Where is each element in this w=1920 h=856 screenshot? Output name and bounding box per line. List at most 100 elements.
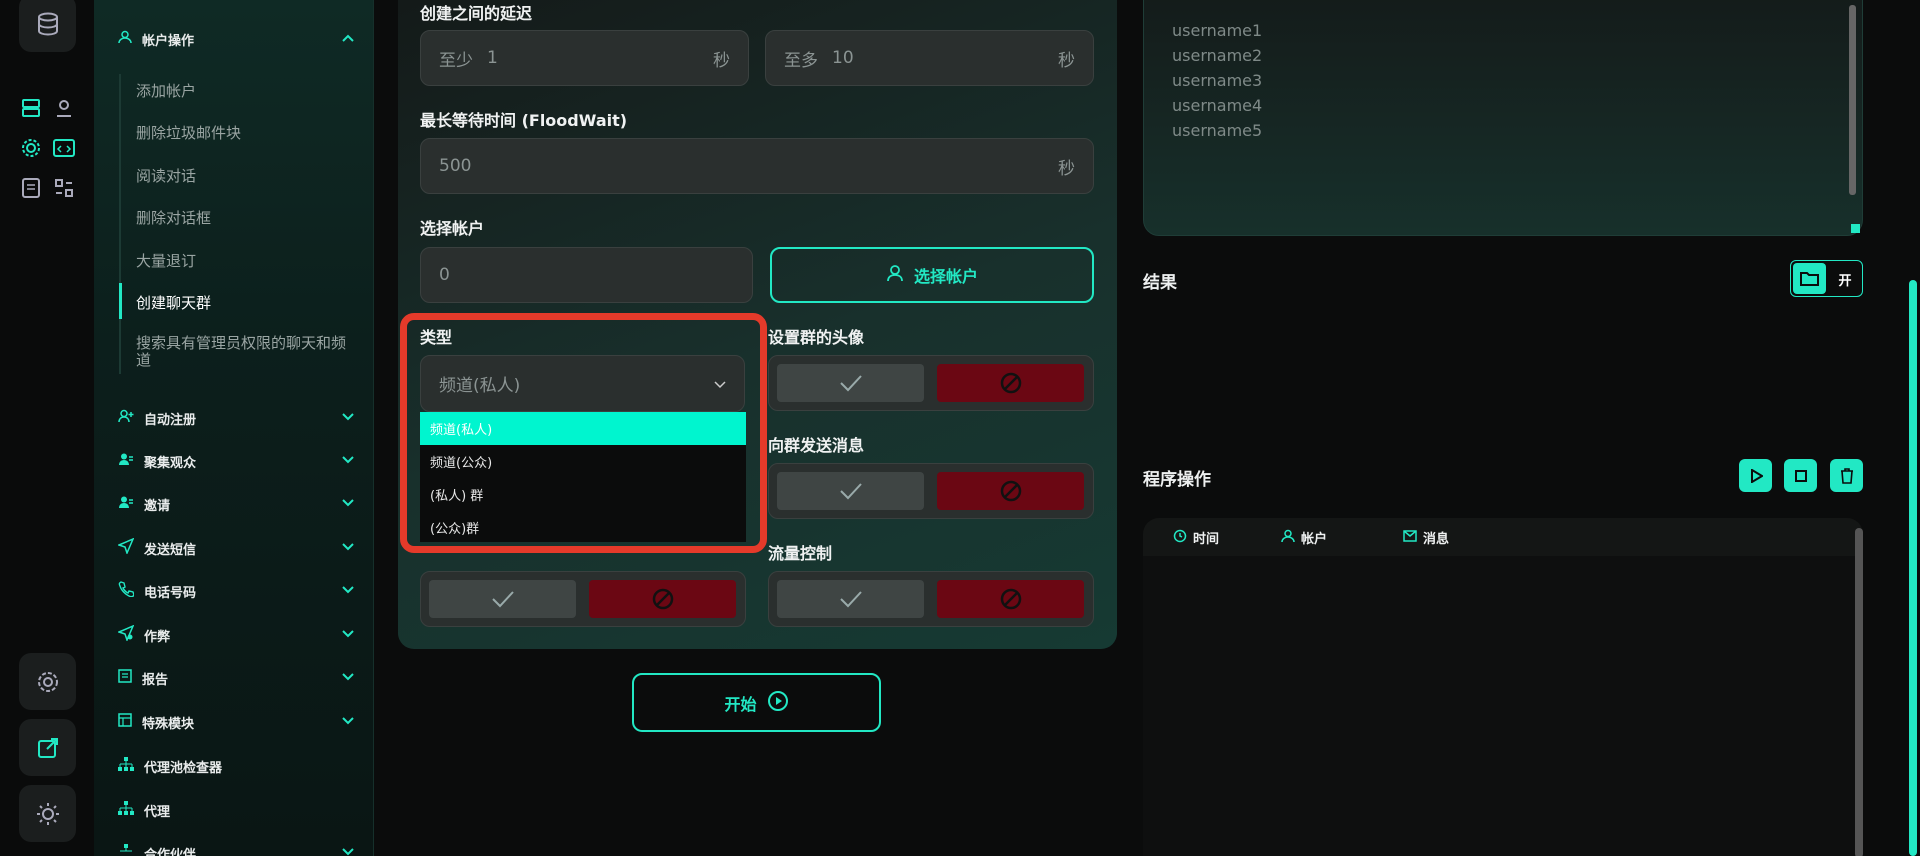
avatar-disable-button[interactable] [937,364,1084,402]
usernames-textarea[interactable]: username1 username2 username3 username4 … [1143,0,1863,236]
sidebar-section-invite[interactable]: 邀请 [118,489,355,519]
send-msg-disable-button[interactable] [937,472,1084,510]
sidebar-section-gather-audience[interactable]: 聚集观众 [118,446,355,476]
checklist-icon[interactable] [19,176,43,200]
sidebar-section-label: 电话号码 [144,585,197,601]
hidden-left-toggle [420,571,746,627]
max-prefix: 至多 [784,50,818,71]
sidebar-section-label: 代理 [144,804,171,820]
page-scrollbar[interactable] [1909,280,1917,856]
avatar-label: 设置群的头像 [768,328,865,347]
sidebar-section-cheat[interactable]: 作弊 [116,620,355,650]
trash-button[interactable] [1830,459,1863,492]
stop-button[interactable] [1784,459,1817,492]
log-col-label: 消息 [1423,532,1450,547]
resize-handle-icon[interactable] [1851,224,1860,233]
unit-label: 秒 [713,50,730,71]
chevron-down-icon [341,715,355,730]
username-line: username3 [1172,71,1263,90]
start-button-label: 开始 [724,694,757,714]
highlight-box [400,313,767,553]
sidebar-section-proxy[interactable]: 代理 [118,795,355,825]
gear-icon[interactable] [19,136,43,160]
sidebar-item-remove-spamblock[interactable]: 删除垃圾邮件块 [136,122,355,143]
chevron-down-icon [341,584,355,599]
sidebar-item-search-admin-chats[interactable]: 搜索具有管理员权限的聊天和频道 [136,335,356,369]
sidebar-section-report[interactable]: 报告 [118,663,355,693]
left-enable-button[interactable] [429,580,576,618]
sidebar-section-special-modules[interactable]: 特殊模块 [118,707,355,737]
account-count: 0 [439,265,450,285]
result-toggle-on[interactable]: 开 [1829,270,1861,289]
sidebar-item-read-dialogs[interactable]: 阅读对话 [136,165,355,186]
play-button[interactable] [1739,459,1772,492]
network-icon [118,757,134,775]
avatar-enable-button[interactable] [777,364,924,402]
users-icon [118,495,134,513]
delay-min-input[interactable]: 至少 1 秒 [420,30,749,86]
log-col-label: 帐户 [1301,532,1328,547]
log-col-label: 时间 [1193,532,1220,547]
sun-icon[interactable] [19,785,76,842]
submenu-active-indicator [119,283,122,319]
chevron-down-icon [341,411,355,426]
account-count-field: 0 [420,247,753,303]
log-table-header: 时间 帐户 消息 [1143,518,1863,556]
grid-transfer-icon[interactable] [52,176,76,200]
report-icon [118,669,132,687]
icon-rail [0,0,94,856]
left-disable-button[interactable] [589,580,736,618]
sidebar-item-delete-dialogs[interactable]: 删除对话框 [136,207,355,228]
module-icon [118,713,132,731]
log-col-account[interactable]: 帐户 [1281,528,1327,547]
sidebar-section-label: 作弊 [144,629,171,645]
sidebar-item-create-chat[interactable]: 创建聊天群 [136,292,355,313]
unit-label: 秒 [1058,50,1075,71]
phone-icon [118,581,135,601]
min-prefix: 至少 [439,50,473,71]
database-icon[interactable] [19,0,76,52]
send-msg-label: 向群发送消息 [768,436,865,455]
flow-disable-button[interactable] [937,580,1084,618]
select-account-label: 选择帐户 [420,219,485,238]
user-location-icon[interactable] [52,96,76,120]
sidebar-section-label: 邀请 [144,498,171,514]
sidebar-section-proxy-checker[interactable]: 代理池检查器 [118,751,355,781]
log-col-time[interactable]: 时间 [1173,528,1219,547]
sidebar-section-label: 帐户操作 [142,33,195,49]
chevron-down-icon [341,497,355,512]
sidebar-item-add-account[interactable]: 添加帐户 [136,80,355,101]
code-window-icon[interactable] [52,136,76,160]
sidebar-section-label: 报告 [142,672,169,688]
folder-open-icon[interactable] [1793,263,1826,294]
textarea-scrollbar[interactable] [1849,5,1856,195]
sidebar-section-partners[interactable]: 合作伙伴 [118,838,355,856]
select-account-button[interactable]: 选择帐户 [770,247,1094,303]
sidebar-section-auto-register[interactable]: 自动注册 [118,403,355,433]
flow-enable-button[interactable] [777,580,924,618]
sidebar-section-account-ops[interactable]: 帐户操作 [118,24,355,54]
delay-max-input[interactable]: 至多 10 秒 [765,30,1094,86]
log-col-message[interactable]: 消息 [1403,528,1449,547]
settings-icon[interactable] [19,653,76,710]
send-msg-toggle [768,463,1094,519]
sidebar-section-phone-numbers[interactable]: 电话号码 [118,576,355,606]
chevron-down-icon [341,846,355,856]
ops-label: 程序操作 [1143,470,1211,490]
min-value: 1 [487,48,498,68]
send-msg-enable-button[interactable] [777,472,924,510]
result-toggle: 开 [1790,260,1863,297]
start-button[interactable]: 开始 [632,673,881,732]
sidebar-section-send-sms[interactable]: 发送短信 [116,533,355,563]
floodwait-input[interactable]: 500 秒 [420,138,1094,194]
network-icon [118,801,134,819]
server-list-icon[interactable] [19,96,43,120]
username-line: username1 [1172,21,1263,40]
user-plus-icon [118,409,134,427]
external-link-icon[interactable] [19,719,76,776]
sidebar-section-label: 聚集观众 [144,455,197,471]
result-label: 结果 [1143,273,1177,293]
sidebar-item-mass-unsubscribe[interactable]: 大量退订 [136,250,355,271]
floodwait-value: 500 [439,156,472,176]
log-scrollbar[interactable] [1855,528,1863,856]
